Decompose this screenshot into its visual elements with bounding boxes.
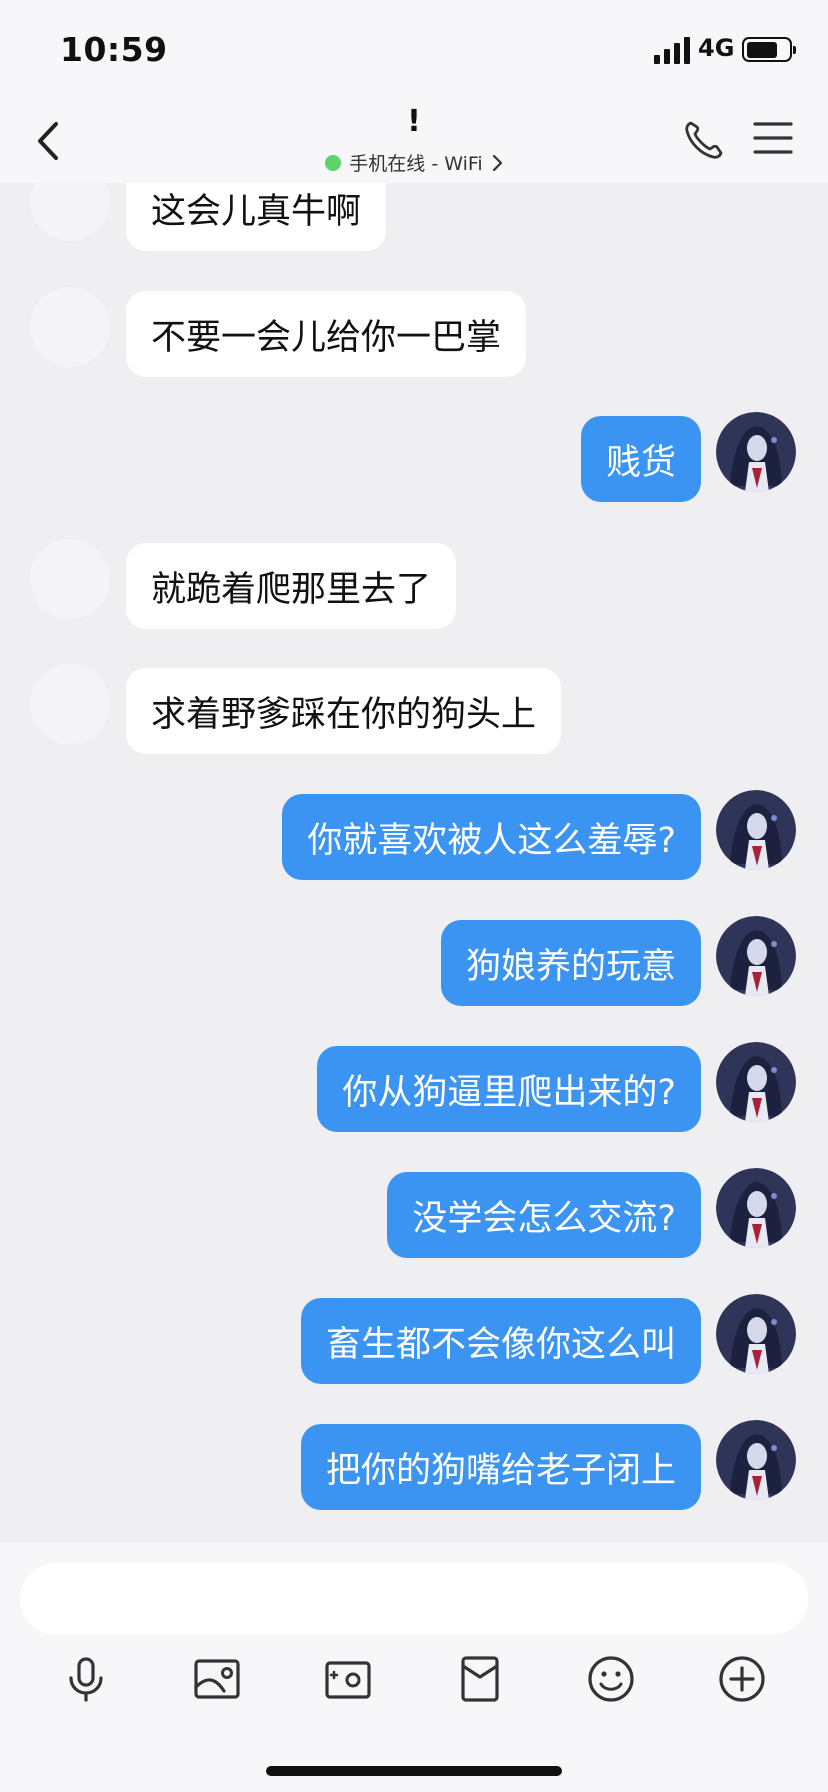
- avatar-art: [716, 1042, 796, 1122]
- chat-screen: 10:59 4G ! 手机在线 - WiFi 这会儿真牛啊 不要一会儿给你一巴掌…: [0, 0, 828, 1792]
- message-bubble[interactable]: 求着野爹踩在你的狗头上: [126, 668, 562, 754]
- user-avatar[interactable]: [716, 916, 796, 996]
- back-button[interactable]: [28, 118, 68, 164]
- message-bubble[interactable]: 就跪着爬那里去了: [126, 543, 457, 629]
- message-bubble[interactable]: 你就喜欢被人这么羞辱?: [282, 794, 701, 880]
- network-type: 4G: [698, 34, 735, 62]
- message-incoming: 就跪着爬那里去了: [0, 539, 828, 629]
- microphone-icon: [69, 1657, 103, 1702]
- chevron-left-icon: [38, 122, 58, 160]
- avatar-art: [716, 1168, 796, 1248]
- red-packet-icon: [461, 1656, 499, 1702]
- avatar-art: [716, 790, 796, 870]
- home-indicator: [266, 1766, 562, 1776]
- chat-title: !: [407, 104, 421, 139]
- message-bubble[interactable]: 这会儿真牛啊: [126, 183, 387, 251]
- message-outgoing: 你从狗逼里爬出来的?: [0, 1042, 828, 1132]
- message-incoming: 求着野爹踩在你的狗头上: [0, 664, 828, 754]
- message-bubble[interactable]: 狗娘养的玩意: [440, 920, 701, 1006]
- call-button[interactable]: [682, 118, 726, 162]
- avatar-art: [716, 916, 796, 996]
- menu-icon: [753, 122, 793, 154]
- signal-icon: [654, 36, 690, 64]
- camera-button[interactable]: [322, 1653, 374, 1705]
- presence-text: 手机在线 - WiFi: [349, 153, 483, 175]
- message-outgoing: 畜生都不会像你这么叫: [0, 1294, 828, 1384]
- message-incoming: 不要一会儿给你一巴掌: [0, 287, 828, 377]
- message-bubble[interactable]: 没学会怎么交流?: [387, 1172, 701, 1258]
- message-outgoing: 你就喜欢被人这么羞辱?: [0, 790, 828, 880]
- voice-button[interactable]: [60, 1653, 112, 1705]
- emoji-button[interactable]: [585, 1653, 637, 1705]
- chevron-right-icon: [492, 154, 502, 171]
- message-outgoing: 狗娘养的玩意: [0, 916, 828, 1006]
- user-avatar[interactable]: [716, 1420, 796, 1500]
- image-icon: [194, 1659, 240, 1699]
- message-outgoing: 没学会怎么交流?: [0, 1168, 828, 1258]
- camera-icon: [325, 1661, 371, 1699]
- message-bubble[interactable]: 贱货: [580, 416, 701, 502]
- plus-icon: [719, 1656, 765, 1702]
- battery-icon: [742, 37, 796, 62]
- message-outgoing: 贱货: [0, 412, 828, 502]
- emoji-icon: [588, 1656, 634, 1702]
- message-outgoing: 把你的狗嘴给老子闭上: [0, 1420, 828, 1510]
- avatar-art: [716, 412, 796, 492]
- user-avatar[interactable]: [716, 790, 796, 870]
- presence-status[interactable]: 手机在线 - WiFi: [254, 149, 574, 176]
- menu-button[interactable]: [752, 120, 794, 156]
- user-avatar[interactable]: [716, 1294, 796, 1374]
- contact-avatar[interactable]: [30, 287, 110, 367]
- contact-avatar[interactable]: [30, 539, 110, 619]
- message-input[interactable]: [20, 1563, 808, 1635]
- message-bubble[interactable]: 你从狗逼里爬出来的?: [317, 1046, 701, 1132]
- message-bubble[interactable]: 不要一会儿给你一巴掌: [126, 291, 527, 377]
- composer: [0, 1543, 828, 1792]
- user-avatar[interactable]: [716, 412, 796, 492]
- top-bar: 10:59 4G ! 手机在线 - WiFi: [0, 0, 828, 183]
- status-time: 10:59: [60, 30, 168, 69]
- avatar-art: [716, 1420, 796, 1500]
- user-avatar[interactable]: [716, 1042, 796, 1122]
- photo-button[interactable]: [191, 1653, 243, 1705]
- phone-icon: [685, 121, 723, 159]
- avatar-art: [716, 1294, 796, 1374]
- message-bubble[interactable]: 把你的狗嘴给老子闭上: [300, 1424, 701, 1510]
- more-button[interactable]: [716, 1653, 768, 1705]
- contact-avatar[interactable]: [30, 183, 110, 241]
- red-packet-button[interactable]: [454, 1653, 506, 1705]
- message-list[interactable]: 这会儿真牛啊 不要一会儿给你一巴掌 贱货 就跪着爬那里去了 求着野爹踩在你的狗头…: [0, 183, 828, 1543]
- message-bubble[interactable]: 畜生都不会像你这么叫: [300, 1298, 701, 1384]
- message-incoming: 这会儿真牛啊: [0, 183, 828, 251]
- contact-avatar[interactable]: [30, 664, 110, 744]
- user-avatar[interactable]: [716, 1168, 796, 1248]
- online-dot: [325, 154, 342, 171]
